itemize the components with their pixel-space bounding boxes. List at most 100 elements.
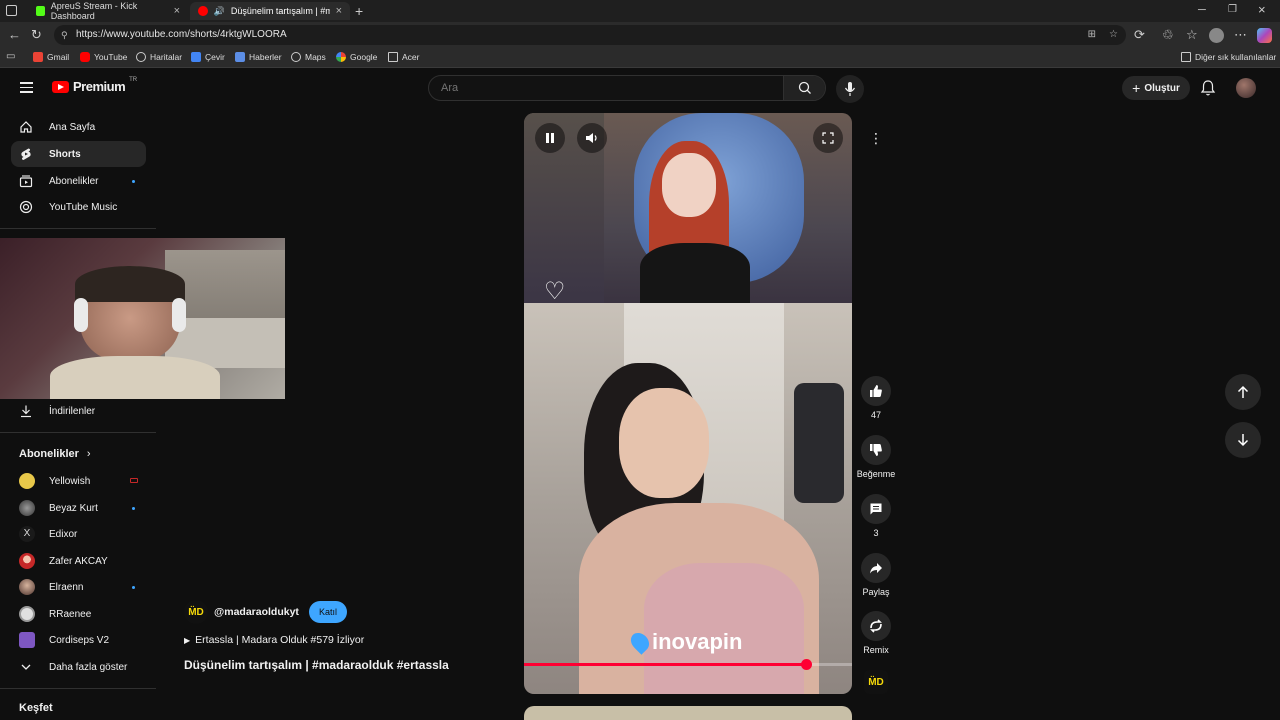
previous-short-button[interactable] — [1225, 374, 1261, 410]
sidebar-subscription-beyaz-kurt[interactable]: Beyaz Kurt — [11, 495, 146, 521]
other-bookmarks[interactable]: Diğer sık kullanılanlar — [1181, 52, 1276, 62]
maximize-icon[interactable]: ❐ — [1228, 4, 1237, 15]
bookmark-gmail[interactable]: Gmail — [33, 52, 69, 62]
back-icon[interactable]: ← — [8, 27, 21, 43]
create-button[interactable]: + Oluştur — [1122, 76, 1190, 100]
tab-youtube[interactable]: 🔊 Düşünelim tartışalım | #mad × — [190, 2, 350, 20]
subscriptions-header[interactable]: Abonelikler › — [19, 448, 91, 460]
related-video-link[interactable]: ▶ Ertassla | Madara Olduk #579 İzliyor — [184, 634, 514, 646]
volume-button[interactable] — [577, 123, 607, 153]
youtube-premium-logo[interactable]: Premium TR — [52, 77, 137, 94]
bookmark-youtube[interactable]: YouTube — [80, 52, 127, 62]
minimize-icon[interactable]: ─ — [1198, 4, 1206, 16]
browser-essentials-icon[interactable]: ♲ — [1162, 27, 1174, 43]
sidebar-subscription-yellowish[interactable]: Yellowish — [11, 468, 146, 494]
voice-search-button[interactable] — [836, 75, 864, 103]
video-progress-bar[interactable] — [524, 659, 852, 670]
close-tab-icon[interactable]: × — [174, 5, 180, 17]
tab-kick[interactable]: ApreuS Stream - Kick Dashboard × — [28, 1, 188, 21]
shorts-icon — [21, 148, 31, 160]
favorite-star-icon[interactable]: ☆ — [1109, 25, 1118, 45]
webcam-headphone-left — [74, 298, 88, 332]
favorites-icon[interactable]: ☆ — [1186, 27, 1198, 43]
bookmark-maps[interactable]: Maps — [291, 52, 326, 62]
channel-handle[interactable]: @madaraoldukyt — [214, 606, 299, 618]
bookmark-label: Acer — [402, 52, 420, 62]
channel-name: Elraenn — [49, 581, 84, 593]
reading-view-icon[interactable]: ▭ — [6, 51, 15, 62]
search-button[interactable] — [783, 76, 825, 100]
copilot-icon[interactable] — [1257, 28, 1272, 43]
bookmark-haberler[interactable]: Haberler — [235, 52, 282, 62]
remix-button[interactable]: Remix — [856, 611, 896, 655]
app-available-icon[interactable]: ⊞ — [1088, 25, 1096, 45]
sidebar-item-home[interactable]: Ana Sayfa — [11, 114, 146, 140]
dislike-label: Beğenme — [856, 469, 896, 479]
new-tab-icon[interactable]: + — [355, 3, 363, 19]
next-short-button[interactable] — [1225, 422, 1261, 458]
close-tab-icon[interactable]: × — [336, 5, 342, 17]
globe-icon — [136, 52, 146, 62]
profile-avatar[interactable] — [1209, 28, 1224, 43]
pause-button[interactable] — [535, 123, 565, 153]
sidebar-item-downloads[interactable]: İndirilenler — [11, 398, 146, 424]
like-button[interactable]: 47 — [856, 376, 896, 420]
more-menu-icon[interactable]: ⋯ — [1234, 27, 1247, 43]
dislike-button[interactable]: Beğenme — [856, 435, 896, 479]
bookmark-haritalar[interactable]: Haritalar — [136, 52, 182, 62]
show-more-button[interactable]: Daha fazla göster — [11, 654, 146, 680]
bookmark-label: Gmail — [47, 52, 70, 62]
sidebar-item-shorts[interactable]: Shorts — [11, 141, 146, 167]
youtube-favicon-icon — [198, 6, 208, 16]
brand-text: Premium — [73, 79, 126, 94]
share-button[interactable]: Paylaş — [856, 553, 896, 597]
remix-icon — [870, 619, 882, 633]
bookmark-label: Haritalar — [150, 52, 183, 62]
site-info-icon[interactable]: ⚲ — [61, 25, 68, 45]
account-avatar[interactable] — [1236, 78, 1256, 98]
sidebar-subscription-zafer-akcay[interactable]: Zafer AKCAY — [11, 548, 146, 574]
sound-source-thumbnail[interactable]: M̈D — [864, 670, 888, 694]
reload-icon[interactable]: ↻ — [31, 27, 42, 43]
search-input[interactable] — [429, 76, 785, 100]
sidebar-subscription-edixor[interactable]: X Edixor — [11, 521, 146, 547]
bookmark-google[interactable]: Google — [336, 52, 377, 62]
bookmark-acer[interactable]: Acer — [388, 52, 419, 62]
close-window-icon[interactable]: × — [1258, 2, 1266, 17]
sidebar-subscription-elraenn[interactable]: Elraenn — [11, 574, 146, 600]
channel-avatar — [19, 606, 35, 622]
sidebar-subscription-rraenee[interactable]: RRaenee — [11, 601, 146, 627]
short-title[interactable]: Düşünelim tartışalım | #madaraolduk #ert… — [184, 658, 514, 672]
short-video-player[interactable]: ♡ inovapin — [524, 113, 852, 694]
arrow-up-icon — [1237, 385, 1249, 398]
notifications-button[interactable] — [1200, 79, 1216, 97]
bookmark-label: YouTube — [94, 52, 128, 62]
sidebar-item-subscriptions[interactable]: Abonelikler — [11, 168, 146, 194]
url-field[interactable]: ⚲ https://www.youtube.com/shorts/4rktgWL… — [54, 25, 1126, 45]
comments-button[interactable]: 3 — [856, 494, 896, 538]
youtube-logo-icon — [52, 80, 69, 93]
plus-icon: + — [1132, 80, 1141, 96]
hamburger-menu-icon[interactable] — [20, 82, 33, 93]
progress-scrubber[interactable] — [801, 659, 813, 670]
translate-icon — [191, 52, 201, 62]
bookmark-cevir[interactable]: Çevir — [191, 52, 225, 62]
sidebar-item-youtube-music[interactable]: YouTube Music — [11, 194, 146, 220]
sidebar-item-label: Daha fazla göster — [49, 661, 128, 673]
join-button[interactable]: Katıl — [308, 601, 347, 623]
chevron-down-icon — [21, 664, 31, 670]
gmail-icon — [33, 52, 43, 62]
more-options-icon[interactable]: ⋮ — [864, 126, 888, 150]
sidebar-subscription-cordiseps[interactable]: Cordiseps V2 — [11, 627, 146, 653]
youtube-header: Premium TR + Oluştur — [0, 68, 1280, 108]
google-icon — [336, 52, 346, 62]
extensions-icon[interactable]: ⟳ — [1134, 27, 1145, 43]
next-short-preview[interactable] — [524, 706, 852, 720]
channel-name: RRaenee — [49, 608, 92, 620]
related-video-title: Ertassla | Madara Olduk #579 İzliyor — [195, 634, 365, 646]
fullscreen-button[interactable] — [813, 123, 843, 153]
tab-title: Düşünelim tartışalım | #mad — [230, 6, 330, 16]
tab-actions-icon[interactable] — [6, 5, 17, 16]
bookmark-label: Maps — [305, 52, 326, 62]
channel-avatar[interactable]: M̈D — [184, 600, 208, 624]
